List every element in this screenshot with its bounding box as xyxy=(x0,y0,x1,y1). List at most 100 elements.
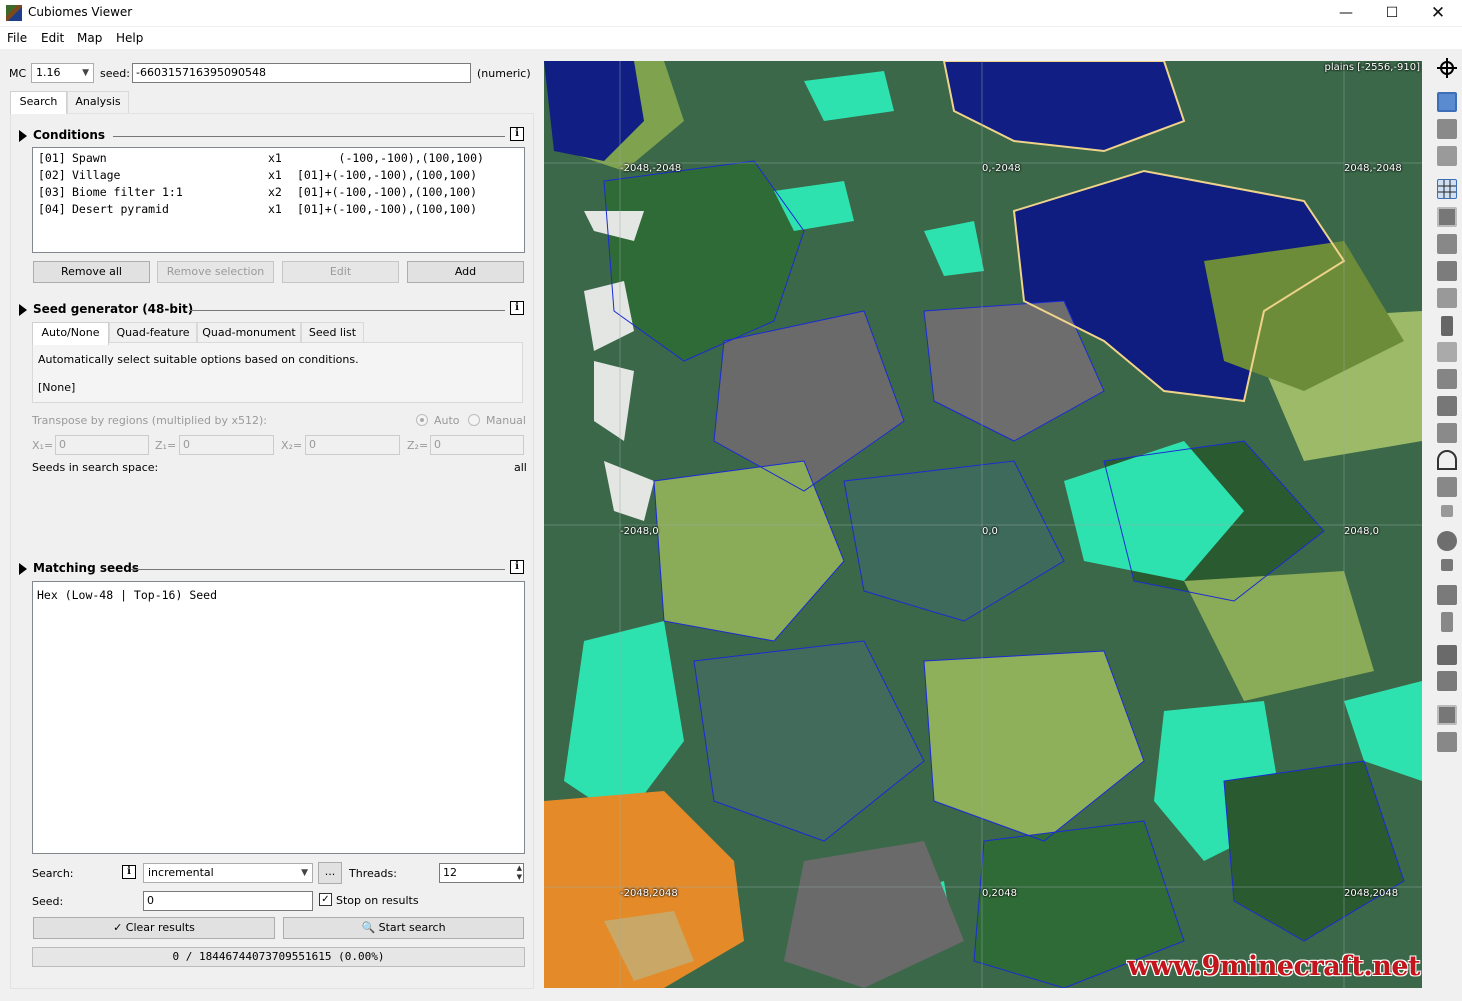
search-icon: 🔍 xyxy=(361,921,376,934)
height-icon[interactable] xyxy=(1437,119,1457,139)
slime-chunks-icon[interactable] xyxy=(1437,207,1457,227)
edit-button[interactable]: Edit xyxy=(282,261,399,283)
matching-seeds-list[interactable]: Hex (Low-48 | Top-16) Seed xyxy=(32,581,525,854)
treasure-icon[interactable] xyxy=(1437,477,1457,497)
minimize-button[interactable]: — xyxy=(1323,0,1369,26)
matching-seeds-columns: Hex (Low-48 | Top-16) Seed xyxy=(37,588,218,602)
x2-label: X₂= xyxy=(281,439,303,452)
chevron-down-icon: ▼ xyxy=(301,868,308,878)
transpose-label: Transpose by regions (multiplied by x512… xyxy=(32,414,268,427)
jungle-temple-icon[interactable] xyxy=(1437,288,1457,308)
swamp-hut-icon[interactable] xyxy=(1441,316,1453,336)
tab-quad-monument[interactable]: Quad-monument xyxy=(197,322,301,344)
clear-results-button[interactable]: ✓ Clear results xyxy=(33,917,275,939)
mansion-icon[interactable] xyxy=(1437,396,1457,416)
outpost-icon[interactable] xyxy=(1437,531,1457,551)
crosshair-icon[interactable] xyxy=(1437,58,1457,78)
conditions-header[interactable]: Conditions xyxy=(19,128,527,144)
generator-tabs: Auto/None Quad-feature Quad-monument See… xyxy=(32,322,524,345)
close-button[interactable]: ✕ xyxy=(1415,0,1461,26)
stop-on-results-checkbox[interactable]: ✓ xyxy=(319,893,332,906)
seed-generator-info-icon[interactable]: i xyxy=(510,301,524,315)
biome-map[interactable]: plains [-2556,-910] -2048,-2048 0,-2048 … xyxy=(544,61,1422,988)
ocean-monument-icon[interactable] xyxy=(1437,369,1457,389)
bastion-icon[interactable] xyxy=(1437,671,1457,691)
ruined-portal-icon[interactable] xyxy=(1437,423,1457,443)
search-info-icon[interactable]: i xyxy=(122,865,136,879)
desert-pyramid-icon[interactable] xyxy=(1437,261,1457,281)
z1-label: Z₁= xyxy=(155,439,177,452)
mc-version-select[interactable]: 1.16 ▼ xyxy=(31,63,94,83)
matching-seeds-header[interactable]: Matching seeds xyxy=(19,561,527,577)
noise-icon[interactable] xyxy=(1437,146,1457,166)
x2-input[interactable]: 0 xyxy=(305,435,400,455)
condition-row[interactable]: [01] Spawn x1 (-100,-100),(100,100) xyxy=(38,151,484,168)
biomes-icon[interactable] xyxy=(1437,92,1457,112)
add-button[interactable]: Add xyxy=(407,261,524,283)
seed-input[interactable]: -660315716395090548 xyxy=(132,63,471,83)
z2-input[interactable]: 0 xyxy=(430,435,524,455)
chevron-down-icon: ▼ xyxy=(82,68,89,78)
search-mode-label: Search: xyxy=(32,867,74,880)
tab-search[interactable]: Search xyxy=(10,91,67,114)
expand-icon xyxy=(19,304,27,316)
stronghold-icon[interactable] xyxy=(1441,559,1453,571)
igloo-icon[interactable] xyxy=(1437,342,1457,362)
hover-biome-info: plains [-2556,-910] xyxy=(1324,62,1421,73)
shipwreck-icon[interactable] xyxy=(1437,450,1457,470)
maximize-button[interactable]: ☐ xyxy=(1369,0,1415,26)
auto-radio[interactable] xyxy=(416,414,428,426)
tab-analysis[interactable]: Analysis xyxy=(67,91,129,113)
spawn-icon[interactable] xyxy=(1437,705,1457,725)
start-search-label: Start search xyxy=(378,921,446,934)
grid-icon[interactable] xyxy=(1437,179,1457,199)
grid-coord: -2048,-2048 xyxy=(620,163,682,174)
seed-type-label: (numeric) xyxy=(477,67,531,80)
conditions-list[interactable]: [01] Spawn x1 (-100,-100),(100,100) [02]… xyxy=(32,147,525,253)
more-options-button[interactable]: ... xyxy=(318,862,342,884)
manual-radio[interactable] xyxy=(468,414,480,426)
matching-seeds-info-icon[interactable]: i xyxy=(510,560,524,574)
grid-coord: 2048,-2048 xyxy=(1344,163,1402,174)
condition-row[interactable]: [04] Desert pyramid x1 [01]+(-100,-100),… xyxy=(38,202,477,219)
mc-label: MC xyxy=(9,67,27,80)
end-city-icon[interactable] xyxy=(1437,585,1457,605)
remove-selection-button[interactable]: Remove selection xyxy=(157,261,274,283)
remove-all-button[interactable]: Remove all xyxy=(33,261,150,283)
search-progress-bar: 0 / 18446744073709551615 (0.00%) xyxy=(32,947,525,967)
start-search-button[interactable]: 🔍 Start search xyxy=(283,917,524,939)
threads-spinbox[interactable]: 12 ▲ ▼ xyxy=(439,863,524,883)
menu-bar: File Edit Map Help xyxy=(0,27,1462,49)
start-seed-input[interactable]: 0 xyxy=(143,891,313,911)
tab-seed-list[interactable]: Seed list xyxy=(301,322,364,344)
conditions-info-icon[interactable]: i xyxy=(510,127,524,141)
spin-arrows-icon[interactable]: ▲ ▼ xyxy=(517,864,522,882)
seed-generator-header[interactable]: Seed generator (48-bit) xyxy=(19,302,527,318)
condition-row[interactable]: [02] Village x1 [01]+(-100,-100),(100,10… xyxy=(38,168,477,185)
watermark: www.9minecraft.net xyxy=(1127,951,1420,982)
mineshaft-icon[interactable] xyxy=(1441,505,1453,517)
village-icon[interactable] xyxy=(1437,234,1457,254)
search-space-label: Seeds in search space: xyxy=(32,461,159,474)
tab-auto-none[interactable]: Auto/None xyxy=(32,322,109,345)
tab-quad-feature[interactable]: Quad-feature xyxy=(109,322,197,344)
fortress-icon[interactable] xyxy=(1437,645,1457,665)
menu-map[interactable]: Map xyxy=(77,31,102,45)
search-mode-select[interactable]: incremental ▼ xyxy=(143,863,313,883)
conditions-title: Conditions xyxy=(33,128,106,142)
divider xyxy=(113,136,505,137)
grid-coord: 0,-2048 xyxy=(982,163,1021,174)
app-icon xyxy=(6,5,22,21)
z1-input[interactable]: 0 xyxy=(179,435,274,455)
condition-row[interactable]: [03] Biome filter 1:1 x2 [01]+(-100,-100… xyxy=(38,185,477,202)
x1-input[interactable]: 0 xyxy=(55,435,149,455)
portal-icon[interactable] xyxy=(1437,732,1457,752)
threads-value: 12 xyxy=(443,866,457,879)
main-tabs: Search Analysis xyxy=(10,91,530,115)
grid-coord: 2048,0 xyxy=(1344,526,1379,537)
search-space-value: all xyxy=(514,461,527,474)
menu-file[interactable]: File xyxy=(7,31,27,45)
gateway-icon[interactable] xyxy=(1441,612,1453,632)
menu-help[interactable]: Help xyxy=(116,31,143,45)
menu-edit[interactable]: Edit xyxy=(41,31,64,45)
